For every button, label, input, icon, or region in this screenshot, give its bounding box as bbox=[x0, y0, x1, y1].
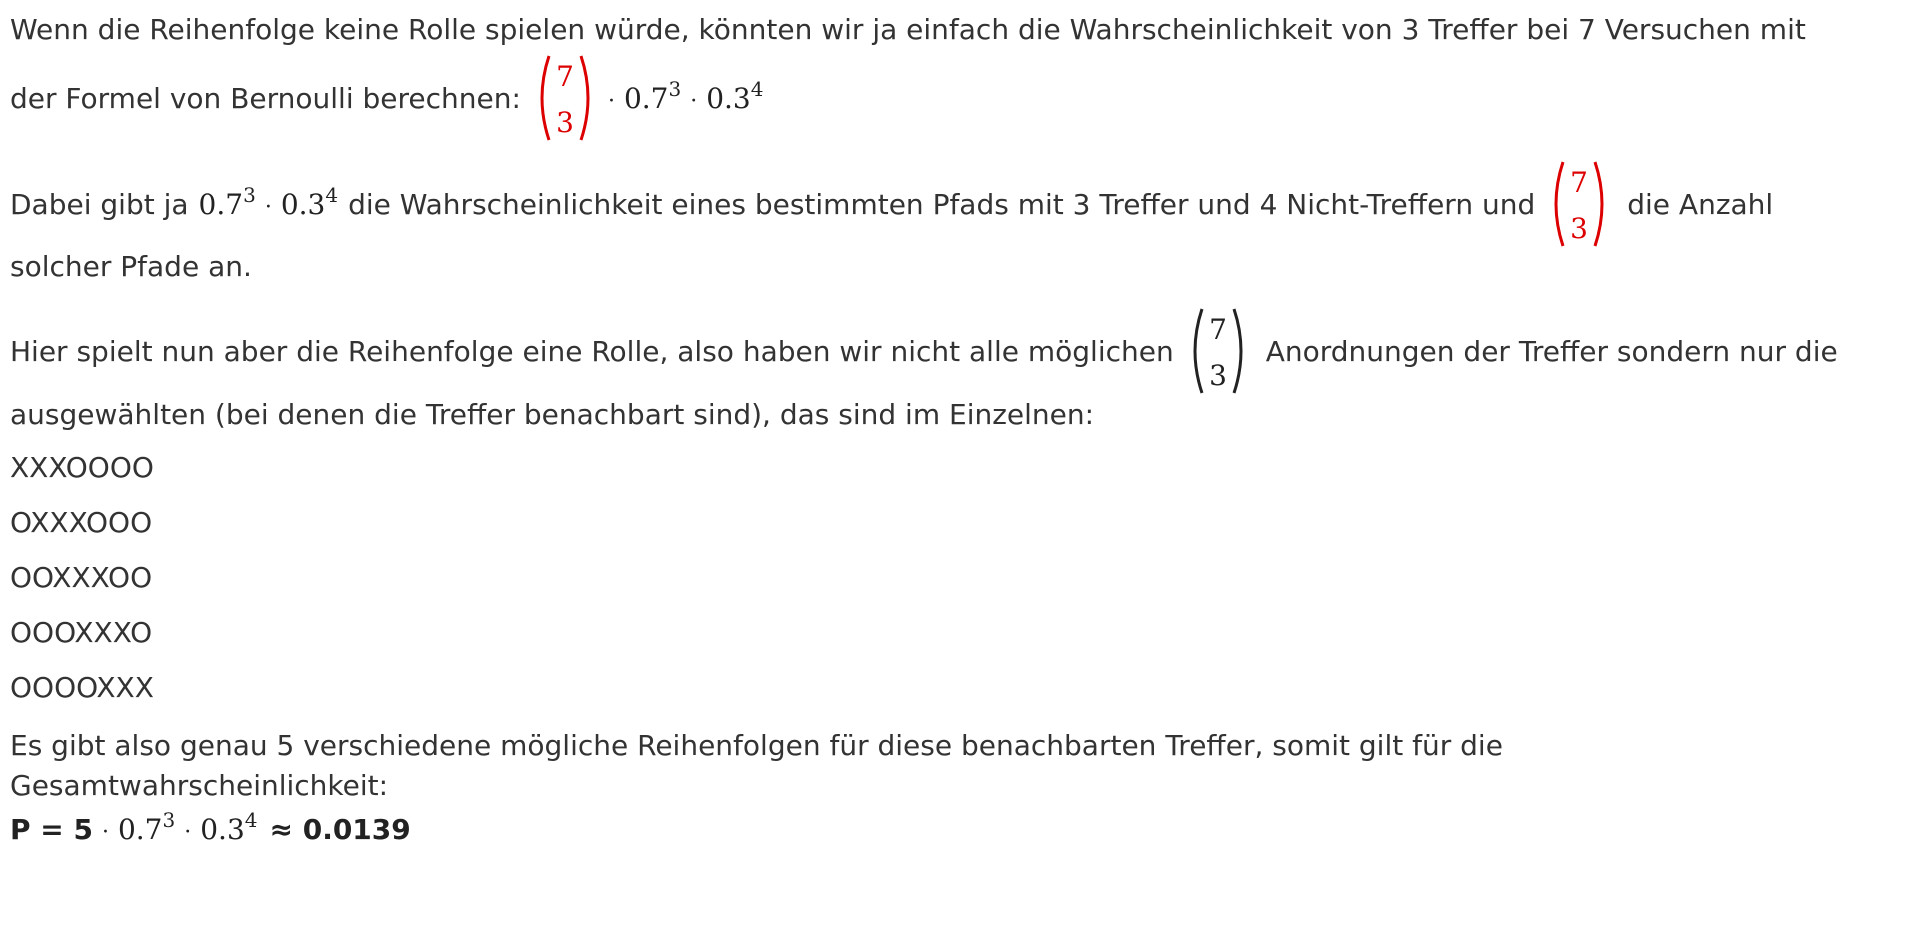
text-segment: Dabei gibt ja bbox=[10, 187, 189, 221]
binom-n: 7 bbox=[1570, 166, 1588, 199]
formula-line: der Formel von Bernoulli berechnen: 7 3 … bbox=[10, 52, 763, 144]
binomial-coefficient: 7 3 bbox=[1549, 158, 1609, 250]
base: 0.3 bbox=[200, 813, 245, 846]
binom-n: 7 bbox=[1209, 313, 1227, 346]
base: 0.7 bbox=[198, 187, 244, 221]
base: 0.7 bbox=[117, 813, 163, 846]
text-segment: Anordnungen der Treffer sondern nur die bbox=[1265, 334, 1838, 368]
text-line: ausgewählten (bei denen die Treffer bena… bbox=[10, 398, 1095, 431]
binomial-coefficient: 7 3 bbox=[535, 52, 595, 144]
text-segment: der Formel von Bernoulli berechnen: bbox=[10, 81, 521, 115]
text-segment: Hier spielt nun aber die Reihenfolge ein… bbox=[10, 334, 1174, 368]
binomial-coefficient: 7 3 bbox=[1188, 305, 1248, 397]
result-formula: P = 5 · 0.73 · 0.34 ≈ 0.0139 bbox=[10, 808, 411, 855]
list-item: OXXXOOO bbox=[10, 506, 153, 539]
exponent: 4 bbox=[750, 76, 764, 101]
power-term: · 0.73 · 0.34 bbox=[93, 808, 258, 855]
exponent: 4 bbox=[325, 182, 339, 207]
exponent: 3 bbox=[162, 808, 176, 832]
power-term: 0.73 · 0.34 bbox=[198, 185, 339, 221]
multiply-dot: · bbox=[184, 820, 192, 845]
multiply-dot: · bbox=[264, 194, 272, 220]
text-segment: die Wahrscheinlichkeit eines bestimmten … bbox=[348, 187, 1536, 221]
exponent: 4 bbox=[244, 808, 258, 832]
binom-k: 3 bbox=[556, 106, 574, 139]
list-item: OOOXXXO bbox=[10, 616, 153, 649]
text-segment: die Anzahl bbox=[1627, 187, 1774, 221]
multiply-dot: · bbox=[607, 88, 615, 114]
multiply-dot: · bbox=[690, 88, 698, 114]
formula-line: Dabei gibt ja 0.73 · 0.34 die Wahrscheinli… bbox=[10, 158, 1773, 250]
result-prefix: P = 5 bbox=[10, 813, 93, 846]
power-term: · 0.73 · 0.34 bbox=[599, 79, 764, 115]
base: 0.3 bbox=[706, 81, 751, 115]
text-line: solcher Pfade an. bbox=[10, 250, 252, 283]
binom-n: 7 bbox=[556, 60, 574, 93]
list-item: OOOOXXX bbox=[10, 671, 154, 704]
list-item: XXXOOOO bbox=[10, 451, 154, 484]
multiply-dot: · bbox=[101, 820, 109, 845]
list-item: OOXXXOO bbox=[10, 561, 153, 594]
formula-line: Hier spielt nun aber die Reihenfolge ein… bbox=[10, 305, 1838, 397]
exponent: 3 bbox=[668, 76, 682, 101]
binom-k: 3 bbox=[1570, 212, 1588, 245]
text-line: Es gibt also genau 5 verschiedene möglic… bbox=[10, 729, 1503, 762]
text-line: Gesamtwahrscheinlichkeit: bbox=[10, 769, 389, 802]
text-line: Wenn die Reihenfolge keine Rolle spielen… bbox=[10, 13, 1806, 46]
base: 0.3 bbox=[280, 187, 326, 221]
result-value: ≈ 0.0139 bbox=[269, 813, 411, 846]
base: 0.7 bbox=[623, 81, 669, 115]
exponent: 3 bbox=[243, 182, 256, 207]
binom-k: 3 bbox=[1209, 359, 1227, 392]
